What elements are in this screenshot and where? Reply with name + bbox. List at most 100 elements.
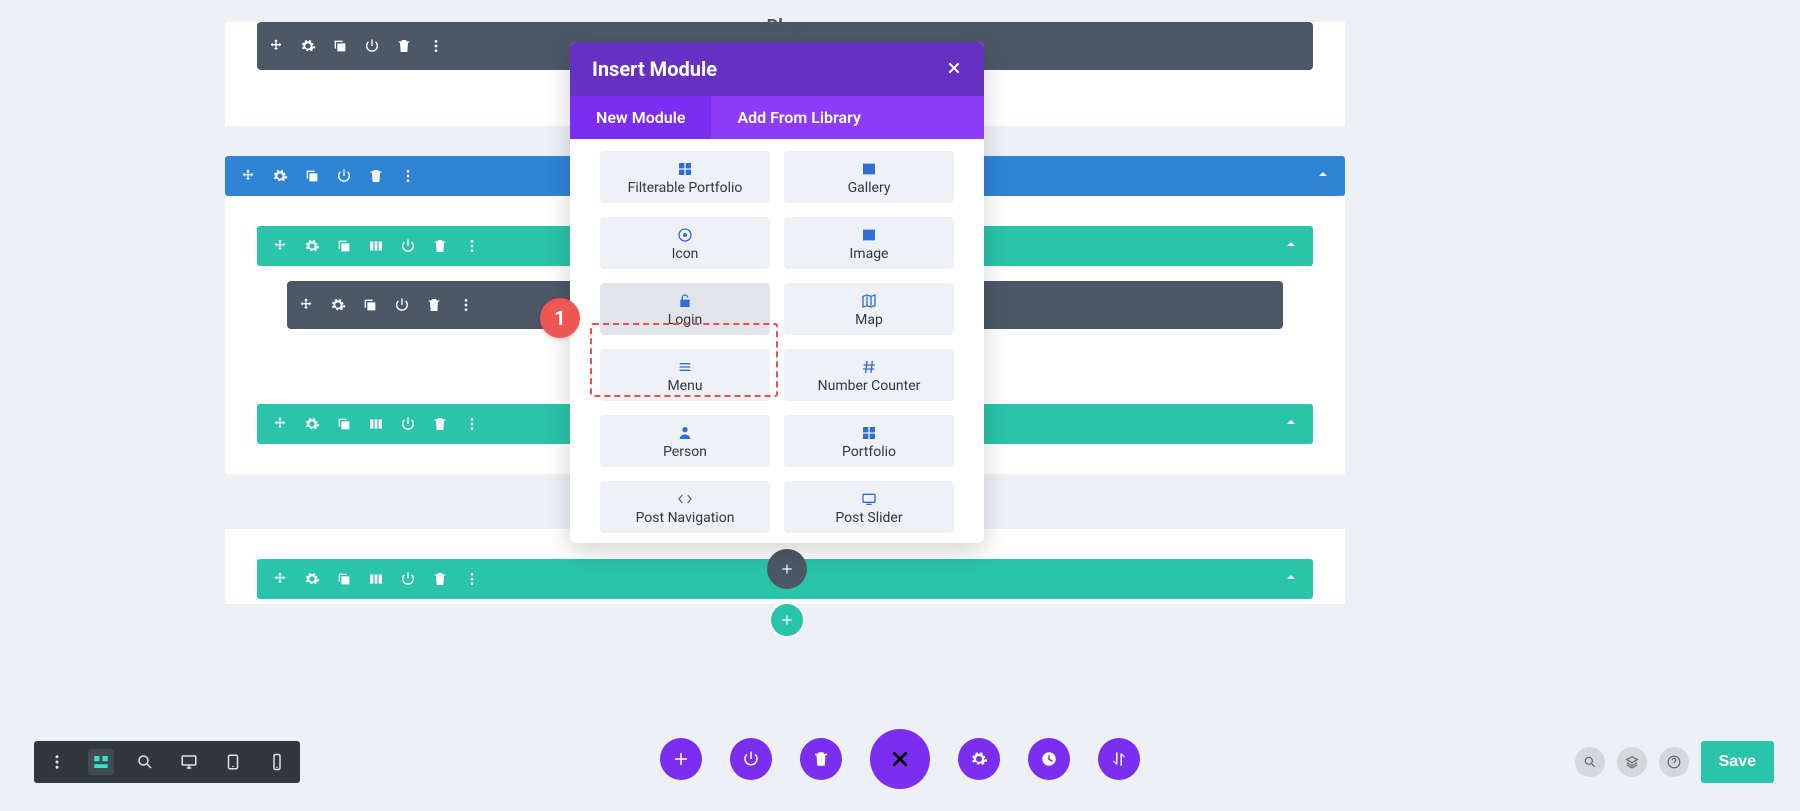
module-item-portfolio[interactable]: Portfolio: [784, 415, 954, 467]
power-icon[interactable]: [399, 237, 417, 255]
move-icon[interactable]: [297, 296, 315, 314]
tab-add-from-library[interactable]: Add From Library: [711, 96, 886, 139]
trash-icon[interactable]: [431, 570, 449, 588]
gear-icon[interactable]: [329, 296, 347, 314]
chevron-up-icon[interactable]: [1315, 166, 1331, 186]
ab-close-button[interactable]: [870, 729, 930, 789]
module-item-label: Post Navigation: [636, 510, 735, 526]
slider-icon: [861, 491, 877, 507]
trash-icon[interactable]: [431, 237, 449, 255]
trash-icon[interactable]: [425, 296, 443, 314]
module-item-person[interactable]: Person: [600, 415, 770, 467]
desktop-icon[interactable]: [176, 749, 202, 775]
lock-icon: [677, 293, 693, 309]
module-item-number-counter[interactable]: Number Counter: [784, 349, 954, 401]
image-icon: [861, 161, 877, 177]
modal-header[interactable]: Insert Module: [570, 42, 984, 96]
layers-icon[interactable]: [1617, 747, 1647, 777]
copy-icon[interactable]: [335, 570, 353, 588]
ab-add-button[interactable]: [660, 738, 702, 780]
module-item-label: Map: [855, 312, 883, 328]
copy-icon[interactable]: [303, 167, 321, 185]
section-tools: [239, 167, 417, 185]
phone-icon[interactable]: [264, 749, 290, 775]
grid-icon: [861, 425, 877, 441]
person-icon: [677, 425, 693, 441]
more-icon[interactable]: [427, 37, 445, 55]
move-icon[interactable]: [271, 237, 289, 255]
row-tools: [271, 570, 481, 588]
gear-icon[interactable]: [271, 167, 289, 185]
ab-power-button[interactable]: [730, 738, 772, 780]
trash-icon[interactable]: [395, 37, 413, 55]
grid-icon: [677, 161, 693, 177]
chevron-up-icon[interactable]: [1283, 236, 1299, 256]
columns-icon[interactable]: [367, 237, 385, 255]
copy-icon[interactable]: [331, 37, 349, 55]
power-icon[interactable]: [399, 570, 417, 588]
copy-icon[interactable]: [335, 237, 353, 255]
move-icon[interactable]: [239, 167, 257, 185]
columns-icon[interactable]: [367, 570, 385, 588]
move-icon[interactable]: [267, 37, 285, 55]
module-item-gallery[interactable]: Gallery: [784, 151, 954, 203]
gear-icon[interactable]: [303, 237, 321, 255]
more-icon[interactable]: [463, 570, 481, 588]
view-toolbar: [34, 741, 300, 783]
power-icon[interactable]: [393, 296, 411, 314]
more-icon[interactable]: [463, 415, 481, 433]
add-module-circle[interactable]: [767, 549, 807, 589]
module-item-label: Filterable Portfolio: [628, 180, 743, 196]
hash-icon: [861, 359, 877, 375]
power-icon[interactable]: [335, 167, 353, 185]
copy-icon[interactable]: [335, 415, 353, 433]
module-item-image[interactable]: Image: [784, 217, 954, 269]
close-icon[interactable]: [946, 57, 962, 81]
more-icon[interactable]: [457, 296, 475, 314]
ab-sort-button[interactable]: [1098, 738, 1140, 780]
menu-icon: [677, 359, 693, 375]
leftright-icon: [677, 491, 693, 507]
module-item-filterable-portfolio[interactable]: Filterable Portfolio: [600, 151, 770, 203]
ab-settings-button[interactable]: [958, 738, 1000, 780]
map-icon: [861, 293, 877, 309]
columns-icon[interactable]: [367, 415, 385, 433]
search-icon[interactable]: [1575, 747, 1605, 777]
insert-module-modal: Insert Module New Module Add From Librar…: [570, 42, 984, 543]
wireframe-icon[interactable]: [88, 749, 114, 775]
power-icon[interactable]: [363, 37, 381, 55]
chevron-up-icon[interactable]: [1283, 414, 1299, 434]
gear-icon[interactable]: [299, 37, 317, 55]
target-icon: [677, 227, 693, 243]
module-item-login[interactable]: Login: [600, 283, 770, 335]
module-item-icon[interactable]: Icon: [600, 217, 770, 269]
zoom-icon[interactable]: [132, 749, 158, 775]
tablet-icon[interactable]: [220, 749, 246, 775]
tab-new-module[interactable]: New Module: [570, 96, 711, 139]
trash-icon[interactable]: [367, 167, 385, 185]
move-icon[interactable]: [271, 570, 289, 588]
annotation-badge: 1: [540, 298, 580, 338]
trash-icon[interactable]: [431, 415, 449, 433]
gear-icon[interactable]: [303, 570, 321, 588]
help-icon[interactable]: [1659, 747, 1689, 777]
move-icon[interactable]: [271, 415, 289, 433]
ab-trash-button[interactable]: [800, 738, 842, 780]
power-icon[interactable]: [399, 415, 417, 433]
gear-icon[interactable]: [303, 415, 321, 433]
module-item-post-navigation[interactable]: Post Navigation: [600, 481, 770, 533]
modal-tabs: New Module Add From Library: [570, 96, 984, 139]
module-item-label: Gallery: [848, 180, 891, 196]
more-icon[interactable]: [463, 237, 481, 255]
ab-history-button[interactable]: [1028, 738, 1070, 780]
module-item-post-slider[interactable]: Post Slider: [784, 481, 954, 533]
module-item-label: Person: [663, 444, 707, 460]
module-item-menu[interactable]: Menu: [600, 349, 770, 401]
save-button[interactable]: Save: [1701, 741, 1774, 783]
module-item-map[interactable]: Map: [784, 283, 954, 335]
add-row-circle[interactable]: [769, 602, 805, 638]
copy-icon[interactable]: [361, 296, 379, 314]
more-icon[interactable]: [44, 749, 70, 775]
more-icon[interactable]: [399, 167, 417, 185]
chevron-up-icon[interactable]: [1283, 569, 1299, 589]
